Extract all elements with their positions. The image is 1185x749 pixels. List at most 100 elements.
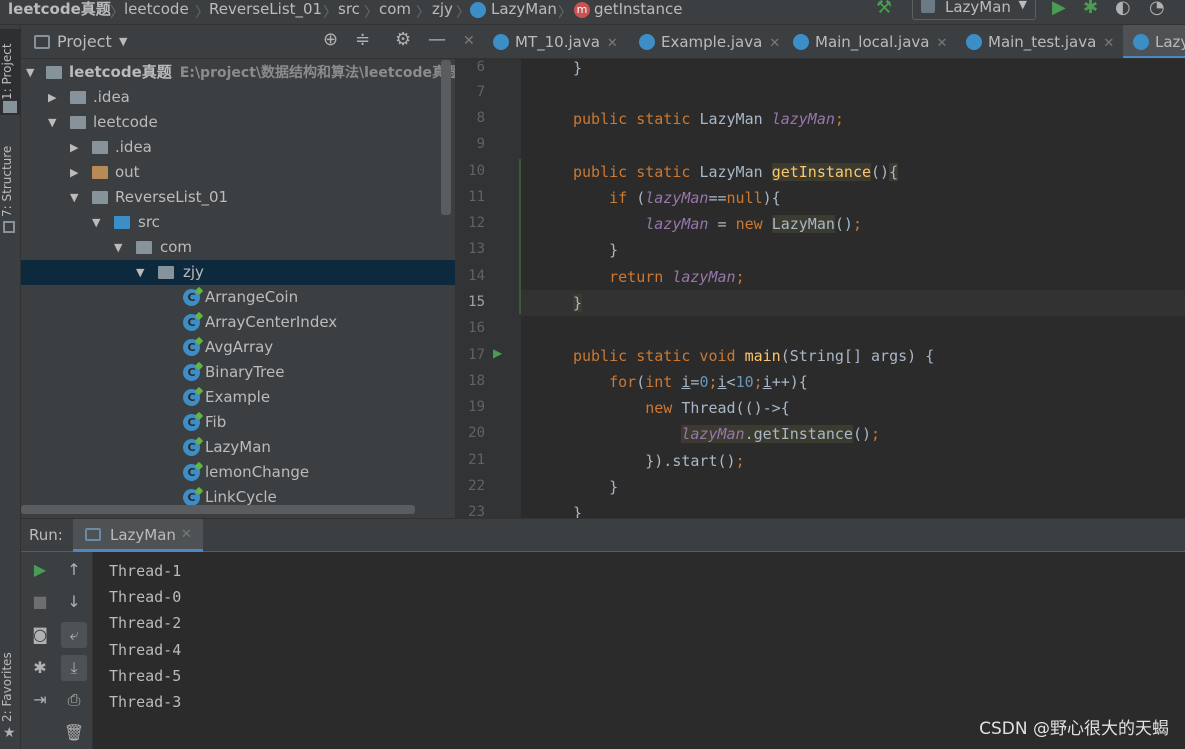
camera-icon[interactable]: ◙: [27, 622, 53, 648]
structure-tool-tab[interactable]: 7: Structure: [0, 137, 21, 225]
stop-icon[interactable]: ■: [27, 589, 53, 615]
navigation-bar: leetcode真题 〉 leetcode 〉 ReverseList_01 〉…: [0, 0, 1185, 25]
breadcrumb-zjy[interactable]: zjy: [432, 0, 453, 22]
line-number: 22: [468, 478, 485, 494]
close-icon[interactable]: ✕: [1103, 36, 1114, 51]
scroll-up-icon[interactable]: ↑: [61, 557, 87, 583]
coverage-icon[interactable]: ◐: [1115, 0, 1131, 18]
locate-icon[interactable]: ⊕: [323, 29, 338, 50]
module-folder-icon: [92, 191, 108, 204]
tree-item-class[interactable]: C Fib: [21, 410, 455, 435]
tree-item-idea-nested[interactable]: ▶ .idea: [21, 135, 455, 160]
expand-arrow-icon[interactable]: ▼: [92, 210, 104, 235]
print-icon[interactable]: ⎙: [61, 687, 87, 713]
tab-example[interactable]: Example.java ✕: [639, 25, 780, 58]
breadcrumb-separator: 〉: [195, 5, 209, 21]
tree-item-com[interactable]: ▼ com: [21, 235, 455, 260]
line-number: 7: [476, 84, 485, 100]
tree-item-reverselist[interactable]: ▼ ReverseList_01: [21, 185, 455, 210]
code-editor[interactable]: } public static LazyMan lazyMan; public …: [521, 59, 1185, 518]
tree-item-class[interactable]: C lemonChange: [21, 460, 455, 485]
expand-arrow-icon[interactable]: ▼: [114, 235, 126, 260]
breadcrumb-method[interactable]: m getInstance: [574, 0, 682, 22]
close-icon[interactable]: ✕: [607, 36, 618, 51]
horizontal-scrollbar[interactable]: [21, 505, 415, 514]
run-tab-lazyman[interactable]: LazyMan ✕: [73, 519, 203, 552]
class-icon: C: [183, 489, 200, 506]
tab-mt10[interactable]: MT_10.java ✕: [493, 25, 618, 58]
tree-item-class[interactable]: C Example: [21, 385, 455, 410]
scroll-down-icon[interactable]: ↓: [61, 589, 87, 615]
exit-icon[interactable]: ⇥: [27, 687, 53, 713]
tree-item-idea[interactable]: ▶ .idea: [21, 85, 455, 110]
code-line: lazyMan.getInstance();: [681, 425, 881, 443]
tab-main-test[interactable]: Main_test.java ✕: [966, 25, 1114, 58]
module-folder-icon: [46, 66, 62, 79]
bug-icon[interactable]: ✱: [27, 655, 53, 681]
expand-arrow-icon[interactable]: ▼: [70, 185, 82, 210]
tree-item-src[interactable]: ▼ src: [21, 210, 455, 235]
rerun-icon[interactable]: ▶: [27, 557, 53, 583]
chevron-down-icon[interactable]: ▼: [119, 35, 127, 48]
tree-item-zjy[interactable]: ▼ zjy: [21, 260, 455, 285]
trash-icon[interactable]: 🗑: [61, 720, 87, 746]
favorites-tool-tab[interactable]: 2: Favorites: [0, 651, 21, 723]
run-panel-header: Run: LazyMan ✕: [21, 518, 1185, 552]
expand-arrow-icon[interactable]: ▶: [70, 160, 82, 185]
expand-arrow-icon[interactable]: ▼: [136, 260, 148, 285]
breadcrumb-module[interactable]: leetcode: [124, 0, 189, 22]
line-number: 18: [468, 373, 485, 389]
class-icon: C: [183, 364, 200, 381]
breadcrumb-class[interactable]: LazyMan: [470, 0, 557, 22]
tree-item-root[interactable]: ▼ leetcode真题 E:\project\数据结构和算法\leetcode真…: [21, 60, 455, 85]
minimize-icon[interactable]: —: [428, 29, 446, 50]
tree-item-class[interactable]: C LazyMan: [21, 435, 455, 460]
class-icon: [793, 33, 809, 50]
breadcrumb-folder[interactable]: ReverseList_01: [209, 0, 322, 22]
tree-item-leetcode[interactable]: ▼ leetcode: [21, 110, 455, 135]
breadcrumb-com[interactable]: com: [379, 0, 411, 22]
source-folder-icon: [114, 216, 130, 229]
expand-arrow-icon[interactable]: ▼: [48, 110, 60, 135]
tree-item-label: Example: [205, 388, 271, 406]
expand-arrow-icon[interactable]: ▶: [48, 85, 60, 110]
console-icon: [85, 528, 101, 541]
breadcrumb-class-label: LazyMan: [491, 0, 557, 18]
breadcrumb-src[interactable]: src: [338, 0, 360, 22]
debug-icon[interactable]: ✱: [1083, 0, 1098, 18]
close-icon[interactable]: ✕: [769, 36, 780, 51]
line-number: 13: [468, 241, 485, 257]
tree-item-class[interactable]: C BinaryTree: [21, 360, 455, 385]
tree-item-class[interactable]: C ArrangeCoin: [21, 285, 455, 310]
vertical-scrollbar[interactable]: [441, 60, 451, 215]
close-icon[interactable]: ✕: [463, 33, 475, 49]
tab-main-local[interactable]: Main_local.java ✕: [793, 25, 947, 58]
tree-item-out[interactable]: ▶ out: [21, 160, 455, 185]
tab-lazyman[interactable]: Lazy: [1123, 25, 1185, 58]
close-icon[interactable]: ✕: [181, 527, 192, 542]
collapse-all-icon[interactable]: ≑: [355, 29, 370, 50]
project-view-select[interactable]: Project: [57, 32, 112, 51]
module-path: E:\project\数据结构和算法\leetcode真题: [179, 65, 455, 81]
breadcrumb-project[interactable]: leetcode真题: [8, 0, 111, 22]
breadcrumb-separator: 〉: [364, 5, 378, 21]
console-line: Thread-4: [109, 641, 182, 659]
expand-arrow-icon[interactable]: ▼: [26, 60, 38, 85]
profile-icon[interactable]: ◔: [1149, 0, 1165, 18]
close-icon[interactable]: ✕: [936, 36, 947, 51]
tree-item-class[interactable]: C AvgArray: [21, 335, 455, 360]
line-number: 11: [468, 189, 485, 205]
gear-icon[interactable]: ⚙: [395, 29, 411, 50]
folder-icon: [70, 91, 86, 104]
hammer-icon[interactable]: ⚒: [876, 0, 892, 18]
expand-arrow-icon[interactable]: ▶: [70, 135, 82, 160]
run-console-output[interactable]: Thread-1 Thread-0 Thread-2 Thread-4 Thre…: [93, 552, 1185, 749]
tree-item-label: ReverseList_01: [115, 188, 229, 206]
run-icon[interactable]: ▶: [1052, 0, 1066, 18]
scroll-to-end-icon[interactable]: ⤓: [61, 655, 87, 681]
class-icon: [1133, 33, 1149, 50]
tree-item-class[interactable]: C ArrayCenterIndex: [21, 310, 455, 335]
run-gutter-icon[interactable]: ▶: [493, 346, 502, 360]
run-config-select[interactable]: LazyMan ▼: [912, 0, 1036, 20]
soft-wrap-icon[interactable]: ⤶: [61, 622, 87, 648]
